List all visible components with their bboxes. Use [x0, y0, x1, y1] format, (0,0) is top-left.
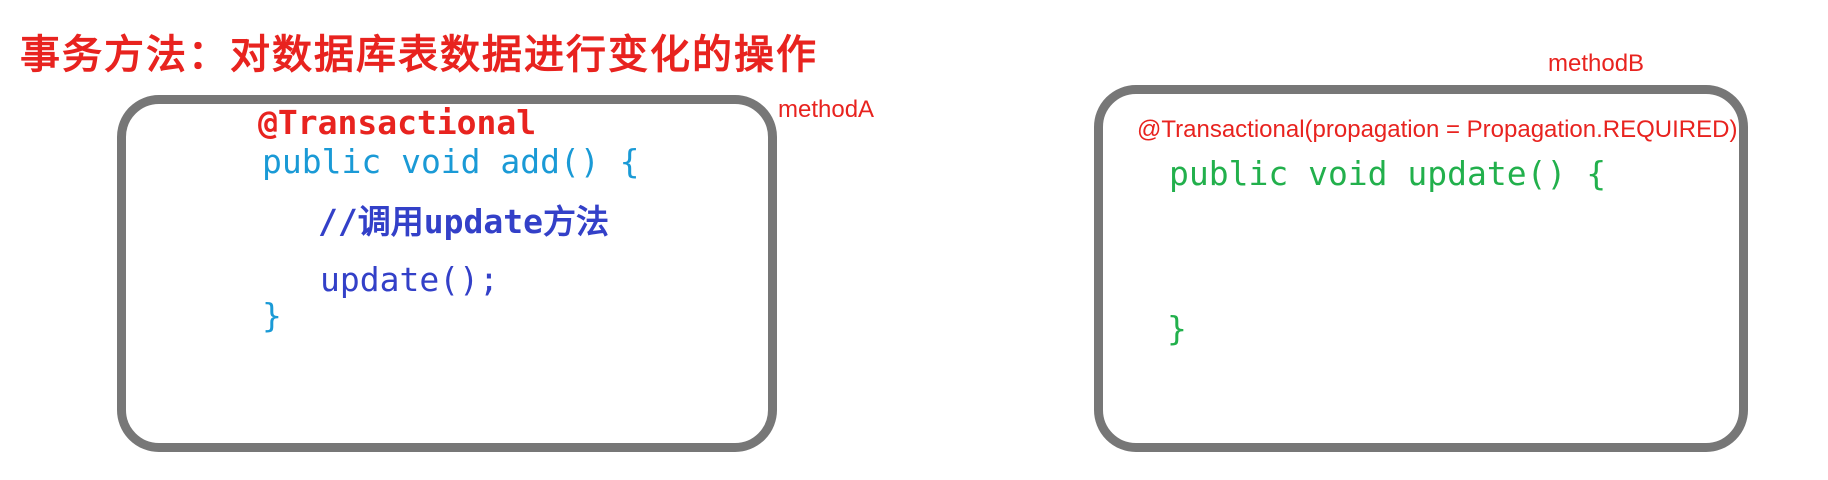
method-b-annotation: @Transactional(propagation = Propagation… [1137, 116, 1738, 143]
method-a-close-brace: } [262, 296, 282, 335]
method-a-comment: //调用update方法 [318, 202, 609, 241]
method-a-label: methodA [778, 96, 875, 123]
method-b-label: methodB [1548, 50, 1645, 77]
method-a-annotation: @Transactional [258, 103, 537, 142]
method-a-call: update(); [320, 260, 499, 299]
method-a-signature: public void add() { [262, 142, 640, 181]
method-b-signature: public void update() { [1169, 154, 1607, 193]
method-b-close-brace: } [1167, 309, 1187, 348]
page-title: 事务方法：对数据库表数据进行变化的操作 [20, 31, 818, 78]
